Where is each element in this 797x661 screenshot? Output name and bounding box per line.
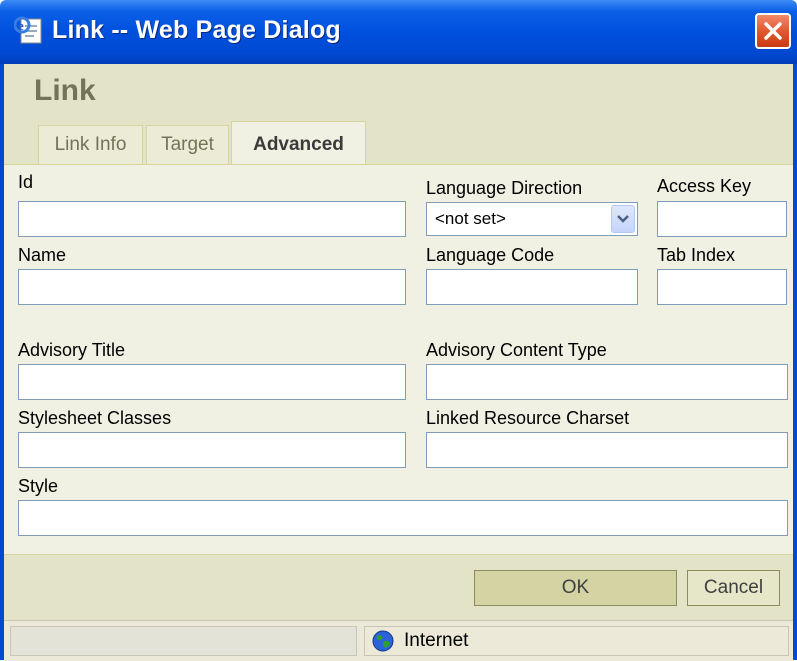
style-label: Style	[18, 476, 59, 496]
svg-text:e: e	[18, 18, 24, 33]
ok-button-label: OK	[561, 577, 590, 598]
advisory-title-label: Advisory Title	[18, 340, 126, 360]
dropdown-arrow-button[interactable]	[611, 205, 635, 233]
globe-icon	[372, 630, 394, 652]
dialog-heading: Link	[34, 74, 96, 107]
stylesheet-classes-label: Stylesheet Classes	[18, 408, 172, 428]
status-text-pane	[10, 626, 357, 656]
ie-page-icon: e	[13, 16, 46, 46]
tab-link-info[interactable]: Link Info	[38, 125, 143, 164]
id-field[interactable]	[18, 201, 406, 237]
close-x-icon	[764, 22, 782, 40]
style-field[interactable]	[18, 500, 788, 536]
security-zone-label: Internet	[404, 630, 469, 651]
language-direction-value: <not set>	[435, 209, 506, 228]
advisory-content-type-field[interactable]	[426, 364, 788, 400]
language-code-label: Language Code	[426, 245, 555, 265]
advisory-content-type-label: Advisory Content Type	[426, 340, 607, 360]
name-label: Name	[18, 245, 67, 265]
chevron-down-icon	[617, 215, 629, 223]
tab-label: Advanced	[253, 134, 344, 155]
name-field[interactable]	[18, 269, 406, 305]
advisory-title-field[interactable]	[18, 364, 406, 400]
cancel-button-label: Cancel	[703, 577, 764, 598]
access-key-label: Access Key	[657, 176, 752, 196]
tab-index-label: Tab Index	[657, 245, 736, 265]
close-button[interactable]	[755, 13, 791, 49]
stylesheet-classes-field[interactable]	[18, 432, 406, 468]
tab-advanced[interactable]: Advanced	[231, 121, 366, 165]
language-direction-label: Language Direction	[426, 178, 583, 198]
linked-resource-charset-field[interactable]	[426, 432, 788, 468]
window-title: Link -- Web Page Dialog	[52, 16, 341, 44]
tab-label: Target	[161, 134, 214, 155]
id-label: Id	[18, 172, 34, 192]
language-code-field[interactable]	[426, 269, 638, 305]
access-key-field[interactable]	[657, 201, 787, 237]
cancel-button[interactable]: Cancel	[687, 570, 780, 606]
tab-index-field[interactable]	[657, 269, 787, 305]
title-bar[interactable]: e Link -- Web Page Dialog	[0, 0, 797, 64]
tab-label: Link Info	[54, 134, 127, 155]
tab-target[interactable]: Target	[146, 125, 229, 164]
language-direction-select[interactable]: <not set>	[426, 202, 638, 236]
ok-button[interactable]: OK	[474, 570, 677, 606]
linked-resource-charset-label: Linked Resource Charset	[426, 408, 630, 428]
